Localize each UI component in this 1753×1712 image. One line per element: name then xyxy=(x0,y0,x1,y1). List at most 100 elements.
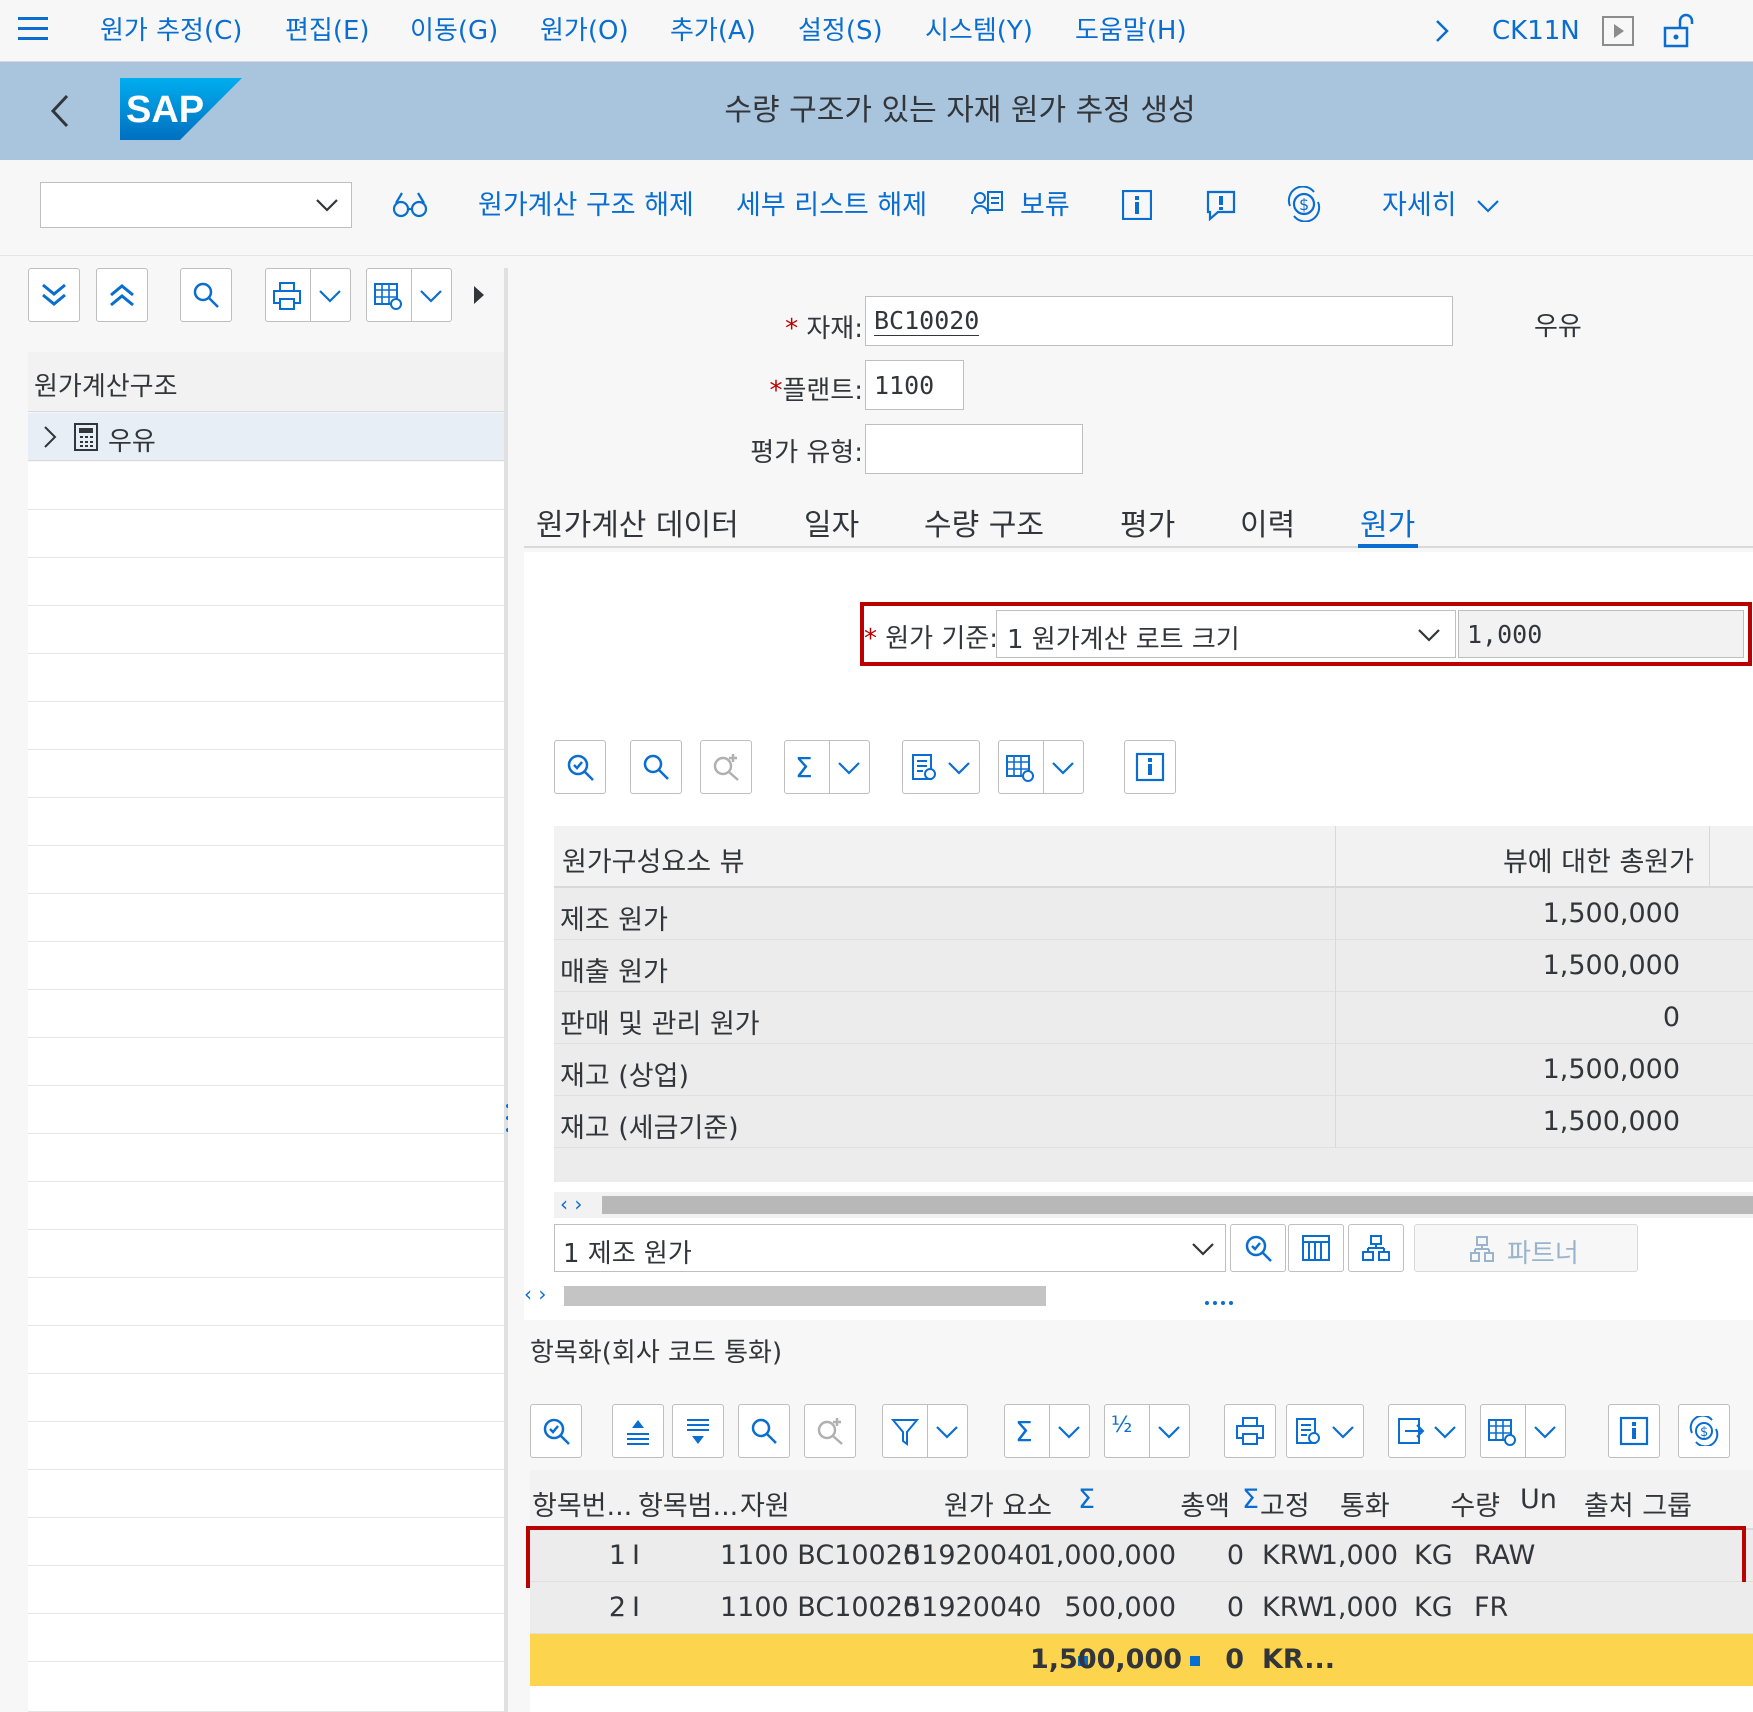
find-button[interactable] xyxy=(738,1404,790,1458)
find-button[interactable] xyxy=(630,740,682,794)
sum-menu-button[interactable]: Σ xyxy=(1004,1404,1090,1458)
currency-button[interactable]: $ xyxy=(1678,1404,1730,1458)
column-header[interactable]: 원가 요소 xyxy=(944,1484,1052,1523)
menu-cost-estimate[interactable]: 원가 추정(C) xyxy=(100,0,242,62)
glasses-icon[interactable] xyxy=(392,190,428,220)
hamburger-menu-icon[interactable] xyxy=(18,14,48,44)
table-row[interactable]: 2 I 1100 BC10020 51920040 500,000 0 KRW … xyxy=(530,1582,1753,1634)
column-header[interactable]: 수량 xyxy=(1400,1484,1500,1523)
message-icon[interactable] xyxy=(1204,188,1238,222)
column-header[interactable]: 총액 xyxy=(1110,1484,1230,1523)
details-button[interactable] xyxy=(530,1404,582,1458)
sum-menu-button[interactable]: Σ xyxy=(784,740,870,794)
info-button[interactable] xyxy=(1608,1404,1660,1458)
search-button[interactable] xyxy=(180,268,232,322)
release-list-button[interactable]: 세부 리스트 해제 xyxy=(736,160,927,252)
info-icon[interactable] xyxy=(1122,190,1152,220)
scroll-arrows-icon[interactable]: ‹ › xyxy=(560,1192,582,1216)
chevron-right-icon[interactable] xyxy=(42,425,58,449)
column-header[interactable]: 출처 그룹 xyxy=(1584,1484,1692,1523)
hold-button[interactable]: 보류 xyxy=(1020,160,1070,252)
cost-basis-select[interactable]: 1 원가계산 로트 크기 xyxy=(996,610,1456,658)
find-next-button[interactable] xyxy=(700,740,752,794)
grid-horizontal-scrollbar[interactable]: ‹ › xyxy=(554,1192,1753,1218)
unlock-icon[interactable] xyxy=(1662,12,1696,48)
partner-button[interactable]: 파트너 xyxy=(1414,1224,1638,1272)
info-button[interactable] xyxy=(1124,740,1176,794)
total-amount: 1,500,000 xyxy=(1030,1644,1183,1675)
print-button[interactable] xyxy=(1224,1404,1276,1458)
menu-cost[interactable]: 원가(O) xyxy=(540,0,629,62)
view-details-button[interactable] xyxy=(1230,1224,1286,1272)
chevron-right-icon[interactable] xyxy=(1432,18,1452,44)
chevron-down-icon[interactable] xyxy=(1476,197,1500,215)
column-header[interactable]: 항목범... xyxy=(638,1484,738,1523)
hierarchy-button[interactable] xyxy=(1348,1224,1404,1272)
material-input[interactable]: BC10020 xyxy=(865,296,1453,346)
sort-ascending-button[interactable] xyxy=(612,1404,664,1458)
plant-input[interactable]: 1100 xyxy=(865,360,964,410)
more-button[interactable]: 자세히 xyxy=(1382,160,1457,252)
export-menu-button[interactable] xyxy=(1388,1404,1466,1458)
column-header[interactable]: 항목번... xyxy=(532,1484,632,1523)
toolbar-dropdown[interactable] xyxy=(40,182,352,228)
scroll-arrows-icon[interactable]: ‹ › xyxy=(524,1282,546,1306)
section-splitter-handle-icon[interactable] xyxy=(1204,1300,1234,1306)
table-row[interactable]: 매출 원가 1,500,000 xyxy=(554,940,1753,992)
release-structure-button[interactable]: 원가계산 구조 해제 xyxy=(478,160,694,252)
chevron-down-icon xyxy=(1057,1423,1081,1441)
layout-menu-button[interactable] xyxy=(366,268,452,322)
currency-icon[interactable]: $ xyxy=(1286,186,1322,222)
column-header[interactable]: 통화 xyxy=(1340,1484,1390,1523)
overflow-arrow-icon[interactable] xyxy=(468,282,488,308)
details-button[interactable] xyxy=(554,740,606,794)
plant-label: *플랜트: xyxy=(769,376,863,406)
cost-basis-value[interactable]: 1,000 xyxy=(1458,610,1744,658)
chevron-down-icon xyxy=(1433,1423,1457,1441)
menu-system[interactable]: 시스템(Y) xyxy=(925,0,1033,62)
table-row[interactable]: 재고 (상업) 1,500,000 xyxy=(554,1044,1753,1096)
table-row[interactable]: 재고 (세금기준) 1,500,000 xyxy=(554,1096,1753,1148)
print-menu-button[interactable] xyxy=(265,268,351,322)
view-menu-button[interactable] xyxy=(1286,1404,1364,1458)
layout-menu-button[interactable] xyxy=(998,740,1084,794)
column-header[interactable]: 원가구성요소 뷰 xyxy=(562,840,744,879)
menu-goto[interactable]: 이동(G) xyxy=(410,0,498,62)
filter-menu-button[interactable] xyxy=(882,1404,968,1458)
valuation-type-input[interactable] xyxy=(865,424,1083,474)
view-select[interactable]: 1 제조 원가 xyxy=(554,1224,1226,1272)
tree-item[interactable]: 우유 xyxy=(28,413,504,461)
play-icon[interactable] xyxy=(1602,16,1634,46)
expand-all-button[interactable] xyxy=(28,268,80,322)
column-header[interactable]: 고정 xyxy=(1260,1484,1310,1523)
layout-menu-button[interactable] xyxy=(1480,1404,1566,1458)
menu-help[interactable]: 도움말(H) xyxy=(1075,0,1187,62)
section-scrollbar[interactable]: ‹ › xyxy=(524,1282,1046,1308)
menu-settings[interactable]: 설정(S) xyxy=(798,0,883,62)
tab-costs[interactable]: 원가 xyxy=(1360,500,1415,544)
partner-icon xyxy=(1469,1235,1495,1263)
tab-qty-structure[interactable]: 수량 구조 xyxy=(924,500,1044,544)
cell: 매출 원가 xyxy=(560,957,668,988)
tab-valuation[interactable]: 평가 xyxy=(1120,500,1175,544)
view-menu-button[interactable] xyxy=(902,740,980,794)
material-description: 우유 xyxy=(1534,312,1582,342)
tab-costing-data[interactable]: 원가계산 데이터 xyxy=(536,500,739,544)
subtotal-menu-button[interactable]: ½ xyxy=(1104,1404,1190,1458)
column-header[interactable]: Un xyxy=(1520,1484,1557,1515)
collapse-all-button[interactable] xyxy=(96,268,148,322)
hold-icon[interactable] xyxy=(970,188,1004,222)
find-next-button[interactable] xyxy=(804,1404,856,1458)
column-header[interactable]: 자원 xyxy=(740,1484,790,1523)
column-header[interactable]: 뷰에 대한 총원가 xyxy=(1344,840,1694,879)
table-row[interactable]: 판매 및 관리 원가 0 xyxy=(554,992,1753,1044)
menu-edit[interactable]: 편집(E) xyxy=(285,0,370,62)
tab-strip: 원가계산 데이터 일자 수량 구조 평가 이력 원가 xyxy=(524,488,1753,548)
cost-view-grid: 원가구성요소 뷰 뷰에 대한 총원가 제조 원가 1,500,000 매출 원가… xyxy=(554,826,1753,1182)
menu-extras[interactable]: 추가(A) xyxy=(670,0,756,62)
tab-dates[interactable]: 일자 xyxy=(804,500,859,544)
sort-descending-button[interactable] xyxy=(672,1404,724,1458)
table-row[interactable]: 제조 원가 1,500,000 xyxy=(554,888,1753,940)
columns-button[interactable] xyxy=(1288,1224,1344,1272)
tab-history[interactable]: 이력 xyxy=(1240,500,1295,544)
